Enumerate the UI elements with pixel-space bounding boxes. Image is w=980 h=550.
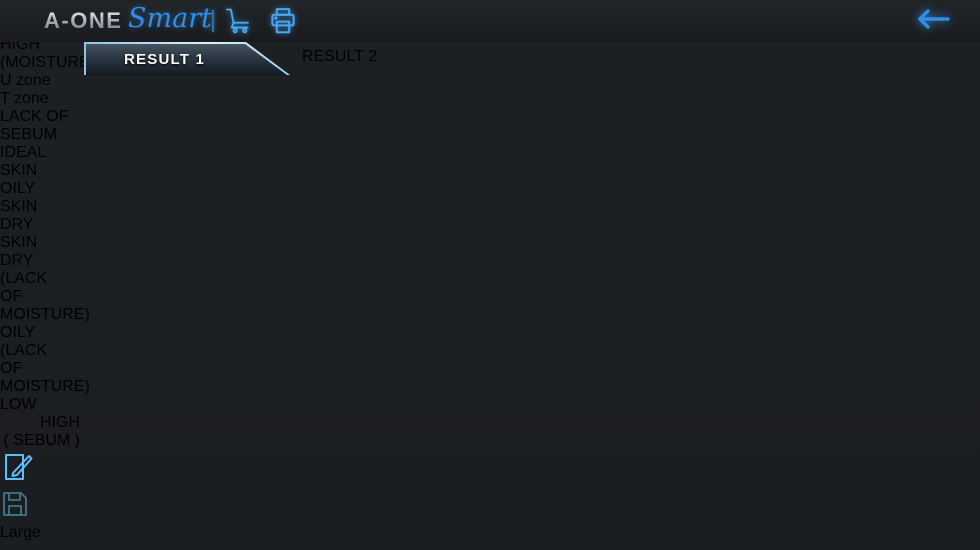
grid-cell-lack-of-sebum: LACK OF SEBUM (0, 108, 73, 144)
result-orb-pore[interactable]: Large (0, 524, 130, 550)
brand-logo: A-ONE (44, 8, 122, 34)
save-icon[interactable] (0, 489, 980, 524)
grid-cell-dry-skin: DRY SKIN (0, 216, 66, 252)
skin-type-grid: LACK OF SEBUM IDEAL SKIN OILY SKIN DRY S… (0, 108, 980, 396)
printer-icon[interactable] (268, 6, 298, 36)
top-bar: A-ONE Smart (0, 0, 980, 42)
result-value: Large (0, 524, 130, 542)
axis-label-high-sebum: HIGH (0, 414, 80, 432)
tab-result2-label: RESULT 2 (302, 48, 377, 65)
grid-cell-oily-lack-of-moisture: OILY (LACK OF MOISTURE) (0, 324, 66, 396)
app-root: A-ONE Smart (0, 0, 980, 550)
brand-logo-script: Smart (128, 3, 212, 34)
header-separator (212, 10, 214, 32)
axis-label-low: LOW (0, 396, 980, 414)
axis-label-sebum-sub: ( SEBUM ) (0, 432, 80, 450)
grid-cell-oily-skin: OILY SKIN (0, 180, 73, 216)
tab-result1-label: RESULT 1 (124, 51, 205, 68)
grid-cell-ideal-skin: IDEAL SKIN (0, 144, 73, 180)
legend-tzone-label: T zone (0, 90, 980, 108)
edit-note-icon[interactable] (0, 450, 980, 489)
back-arrow-icon[interactable] (914, 8, 952, 30)
grid-cell-dry-lack-of-moisture: DRY (LACK OF MOISTURE) (0, 252, 58, 324)
content-card: COMPLEX SKIN Your skin is a complex that… (0, 0, 980, 550)
cart-icon[interactable] (224, 6, 254, 36)
